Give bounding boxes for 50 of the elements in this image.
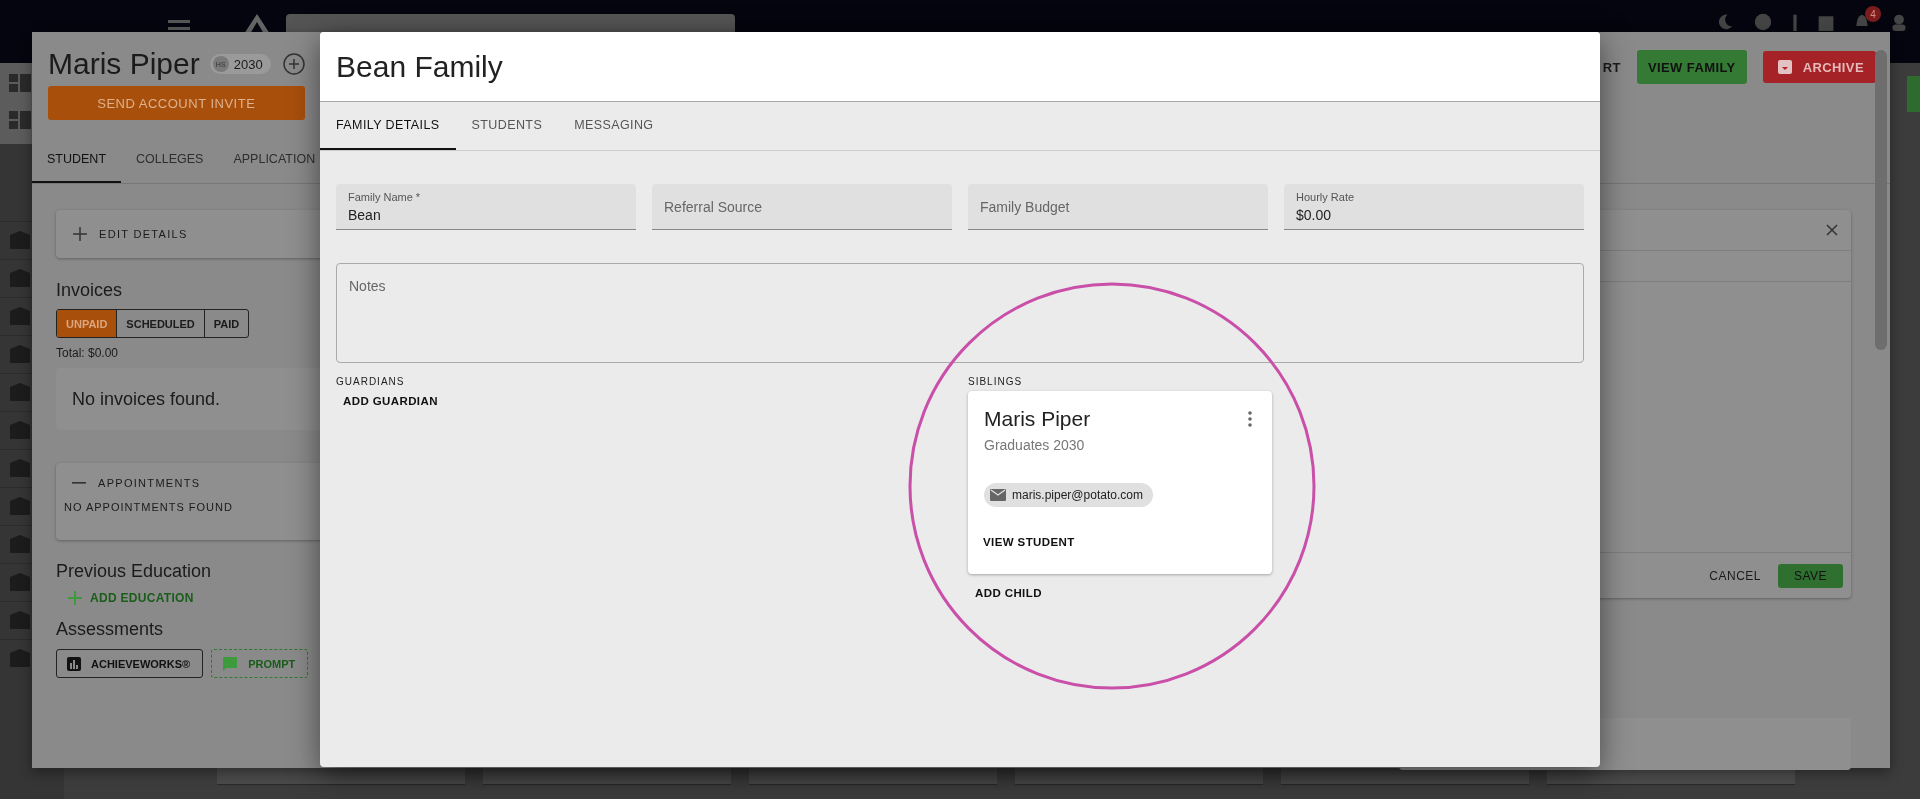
action-button[interactable]: VIEW FAMILY: [1636, 50, 1747, 84]
empty-message: NO APPOINTMENTS FOUND: [64, 501, 234, 513]
more-icon[interactable]: [1248, 411, 1252, 427]
plus-icon: [68, 591, 82, 605]
add-icon[interactable]: [282, 53, 305, 75]
tab[interactable]: STUDENT: [32, 137, 122, 183]
notes-field[interactable]: Notes: [336, 263, 1584, 363]
save-button[interactable]: SAVE: [1778, 563, 1843, 588]
tab[interactable]: MESSAGING: [558, 102, 670, 150]
notification-badge: 4: [1865, 6, 1881, 22]
dialog-title: Bean Family: [336, 49, 503, 84]
edit-details-label: EDIT DETAILS: [99, 228, 188, 240]
add-guardian-button[interactable]: ADD GUARDIAN: [336, 391, 445, 411]
bar-chart-icon: [67, 656, 81, 671]
section-label: GUARDIANS: [336, 376, 405, 387]
add-child-button[interactable]: ADD CHILD: [968, 583, 1049, 603]
close-icon[interactable]: [1826, 224, 1838, 236]
assessment-button[interactable]: ACHIEVEWORKS®: [56, 649, 204, 678]
archive-icon: [1776, 59, 1793, 75]
grad-year: 2030: [233, 56, 263, 72]
action-button[interactable]: ARCHIVE: [1762, 51, 1876, 83]
appointments-title: APPOINTMENTS: [98, 477, 201, 489]
section-title: Invoices: [56, 280, 123, 301]
section-title: Previous Education: [56, 561, 212, 582]
tab[interactable]: FAMILY DETAILS: [320, 102, 456, 150]
comment-icon: [222, 655, 239, 672]
section-label: SIBLINGS: [968, 376, 1023, 387]
filter-toggle[interactable]: PAID: [203, 310, 249, 337]
field-label: Hourly Rate: [1296, 191, 1355, 203]
sibling-name: Maris Piper: [984, 407, 1091, 431]
email-chip[interactable]: maris.piper@potato.com: [984, 483, 1153, 507]
send-invite-button[interactable]: SEND ACCOUNT INVITE: [48, 86, 305, 120]
sibling-subtitle: Graduates 2030: [984, 437, 1085, 453]
section-title: Assessments: [56, 619, 164, 640]
student-name: Maris Piper: [48, 47, 200, 81]
text-field[interactable]: Family Budget: [968, 184, 1268, 230]
collapse-icon[interactable]: [72, 481, 86, 485]
invoice-total: Total: $0.00: [56, 346, 119, 360]
tab[interactable]: COLLEGES: [121, 137, 219, 183]
filter-toggle[interactable]: SCHEDULED: [116, 310, 204, 337]
cancel-button[interactable]: CANCEL: [1709, 568, 1761, 583]
text-field[interactable]: Referral Source: [652, 184, 952, 230]
field-label: Family Name *: [348, 191, 421, 203]
tab[interactable]: STUDENTS: [455, 102, 559, 150]
plus-icon: [73, 227, 87, 241]
empty-message: No invoices found.: [72, 388, 221, 410]
action-button[interactable]: RT: [1602, 51, 1621, 83]
scrollbar[interactable]: [1875, 50, 1887, 350]
view-student-button[interactable]: VIEW STUDENT: [976, 532, 1082, 552]
dashboard-icon[interactable]: [8, 71, 32, 95]
